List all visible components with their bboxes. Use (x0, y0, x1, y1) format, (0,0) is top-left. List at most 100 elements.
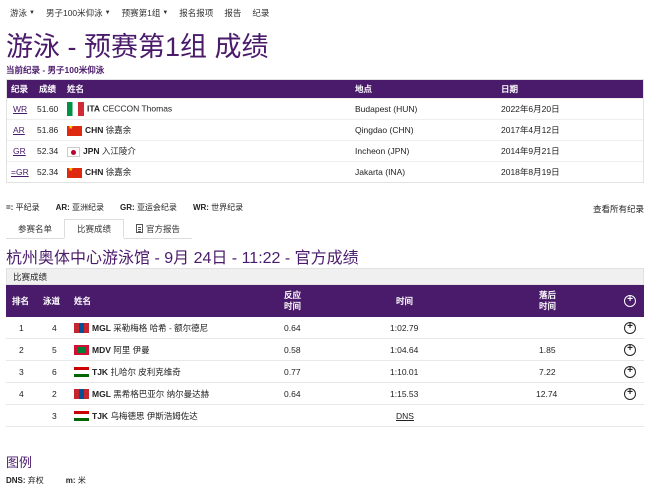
result-athlete: MGL 采勒梅格 哈希 - 额尔德尼 (74, 322, 208, 334)
record-place: Budapest (HUN) (355, 104, 418, 114)
tab-results[interactable]: 比赛成绩 (64, 219, 125, 239)
caret-down-icon: ▼ (162, 10, 169, 16)
result-reaction: 0.64 (284, 388, 301, 399)
records-caption: 当前纪录 - 男子100米仰泳 (6, 65, 105, 75)
result-rank: 1 (19, 322, 24, 333)
record-date: 2018年8月19日 (501, 167, 560, 177)
legend-item: GR: 亚运会纪录 (120, 203, 177, 212)
result-row: 3 6 TJK 扎哈尔 皮利克维奇 0.77 1:10.01 7.22 + (6, 361, 644, 383)
col-lane: 泳道 (43, 296, 61, 306)
flag-tjk-icon (74, 367, 89, 378)
legend-item: =: 平纪录 (6, 203, 40, 212)
result-reaction: 0.64 (284, 322, 301, 333)
tab-start-list[interactable]: 参赛名单 (6, 219, 65, 239)
page-title: 游泳 - 预赛第1组 成绩 (6, 32, 269, 62)
col-result: 成绩 (39, 84, 57, 94)
record-code-link[interactable]: GR (13, 146, 26, 156)
col-name: 姓名 (67, 84, 85, 94)
col-time: 时间 (396, 296, 414, 306)
flag-mgl-icon (74, 389, 89, 400)
expand-all-icon[interactable]: + (624, 295, 636, 307)
result-lane: 6 (52, 366, 57, 377)
result-athlete: MDV 阿里 伊曼 (74, 344, 150, 356)
records-table: 纪录 成绩 姓名 地点 日期 WR 51.60 ITA CECCON Thoma… (6, 79, 644, 183)
nav-entries[interactable]: 报名报项 (179, 6, 213, 20)
result-athlete: MGL 黑希格巴亚尔 纳尔曼达赫 (74, 388, 209, 400)
flag-chn-icon (67, 167, 82, 178)
flag-chn-icon (67, 125, 82, 136)
result-rank: 2 (19, 344, 24, 355)
result-athlete: TJK 乌梅德思 伊斯浩姆佐达 (74, 410, 198, 422)
record-code-link[interactable]: =GR (11, 167, 29, 177)
record-result: 52.34 (37, 146, 59, 156)
records-header: 纪录 成绩 姓名 地点 日期 (7, 80, 643, 98)
expand-row-icon[interactable]: + (624, 343, 636, 356)
results-caption: 比赛成绩 (6, 268, 644, 285)
col-reaction: 反应 时间 (284, 290, 302, 311)
record-athlete: CHN 徐嘉余 (67, 166, 131, 178)
results-table: 比赛成绩 排名 泳道 姓名 反应 时间 时间 落后 时间 + 1 4 MGL 采勒梅… (6, 268, 644, 427)
record-date: 2017年4月12日 (501, 125, 560, 135)
nav-event[interactable]: 男子100米仰泳 ▼ (46, 6, 111, 20)
record-place: Jakarta (INA) (355, 167, 406, 177)
result-row: 3 TJK 乌梅德思 伊斯浩姆佐达 DNS (6, 405, 644, 427)
flag-tjk-icon (74, 411, 89, 422)
col-record: 纪录 (11, 84, 29, 94)
nav-reports[interactable]: 报告 (224, 6, 241, 20)
flag-mgl-icon (74, 323, 89, 334)
record-code-link[interactable]: WR (13, 104, 27, 114)
legend-item: WR: 世界纪录 (192, 203, 244, 212)
record-athlete: JPN 入江陵介 (67, 145, 136, 157)
col-date: 日期 (501, 84, 519, 94)
result-behind: 7.22 (539, 366, 556, 377)
record-code-link[interactable]: AR (13, 125, 25, 135)
caret-down-icon: ▼ (104, 10, 111, 16)
result-row: 2 5 MDV 阿里 伊曼 0.58 1:04.64 1.85 + (6, 339, 644, 361)
expand-row-icon[interactable]: + (624, 387, 636, 400)
record-row: GR 52.34 JPN 入江陵介 Incheon (JPN) 2014年9月2… (7, 140, 643, 161)
legend-item: AR: 亚洲纪录 (55, 203, 105, 212)
nav-records[interactable]: 纪录 (252, 6, 269, 20)
venue-title: 杭州奥体中心游泳馆 - 9月 24日 - 11:22 - 官方成绩 (6, 250, 359, 267)
record-place: Incheon (JPN) (355, 146, 410, 156)
result-lane: 3 (52, 410, 57, 421)
record-legend: =: 平纪录 AR: 亚洲纪录 GR: 亚运会纪录 WR: 世界纪录 (6, 202, 243, 213)
tab-official-report[interactable]: 官方报告 (124, 219, 193, 239)
record-athlete: CHN 徐嘉余 (67, 124, 131, 136)
result-time: 1:15.53 (390, 388, 419, 399)
legend-items: DNS: 弃权 m: 米 (6, 475, 86, 486)
flag-mdv-icon (74, 345, 89, 356)
record-result: 51.60 (37, 104, 59, 114)
view-all-records-link[interactable]: 查看所有纪录 (593, 203, 644, 215)
record-place: Qingdao (CHN) (355, 125, 414, 135)
result-rank: 3 (19, 366, 24, 377)
record-date: 2022年6月20日 (501, 104, 560, 114)
result-time: DNS (396, 410, 414, 421)
result-reaction: 0.77 (284, 366, 301, 377)
legend-item: m: 米 (65, 476, 86, 485)
flag-ita-icon (67, 102, 84, 116)
legend-item: DNS: 弃权 (6, 476, 44, 485)
result-lane: 4 (52, 322, 57, 333)
record-row: WR 51.60 ITA CECCON Thomas Budapest (HUN… (7, 98, 643, 119)
result-reaction: 0.58 (284, 344, 301, 355)
expand-row-icon[interactable]: + (624, 321, 636, 334)
expand-row-icon[interactable]: + (624, 365, 636, 378)
results-header: 排名 泳道 姓名 反应 时间 时间 落后 时间 + (6, 285, 644, 317)
result-time: 1:02.79 (390, 322, 419, 333)
result-time: 1:10.01 (390, 366, 419, 377)
tab-bar: 参赛名单 比赛成绩 官方报告 (6, 219, 193, 239)
legend-title: 图例 (6, 455, 33, 470)
col-name: 姓名 (74, 296, 92, 306)
nav-heat[interactable]: 预赛第1组 ▼ (122, 6, 169, 20)
record-row: =GR 52.34 CHN 徐嘉余 Jakarta (INA) 2018年8月1… (7, 161, 643, 182)
result-behind: 12.74 (536, 388, 558, 399)
result-time: 1:04.64 (390, 344, 419, 355)
result-lane: 2 (52, 388, 57, 399)
record-row: AR 51.86 CHN 徐嘉余 Qingdao (CHN) 2017年4月12… (7, 119, 643, 140)
result-row: 4 2 MGL 黑希格巴亚尔 纳尔曼达赫 0.64 1:15.53 12.74 … (6, 383, 644, 405)
nav-sport[interactable]: 游泳 ▼ (10, 6, 35, 20)
record-result: 52.34 (37, 167, 59, 177)
result-lane: 5 (52, 344, 57, 355)
col-rank: 排名 (12, 296, 30, 306)
